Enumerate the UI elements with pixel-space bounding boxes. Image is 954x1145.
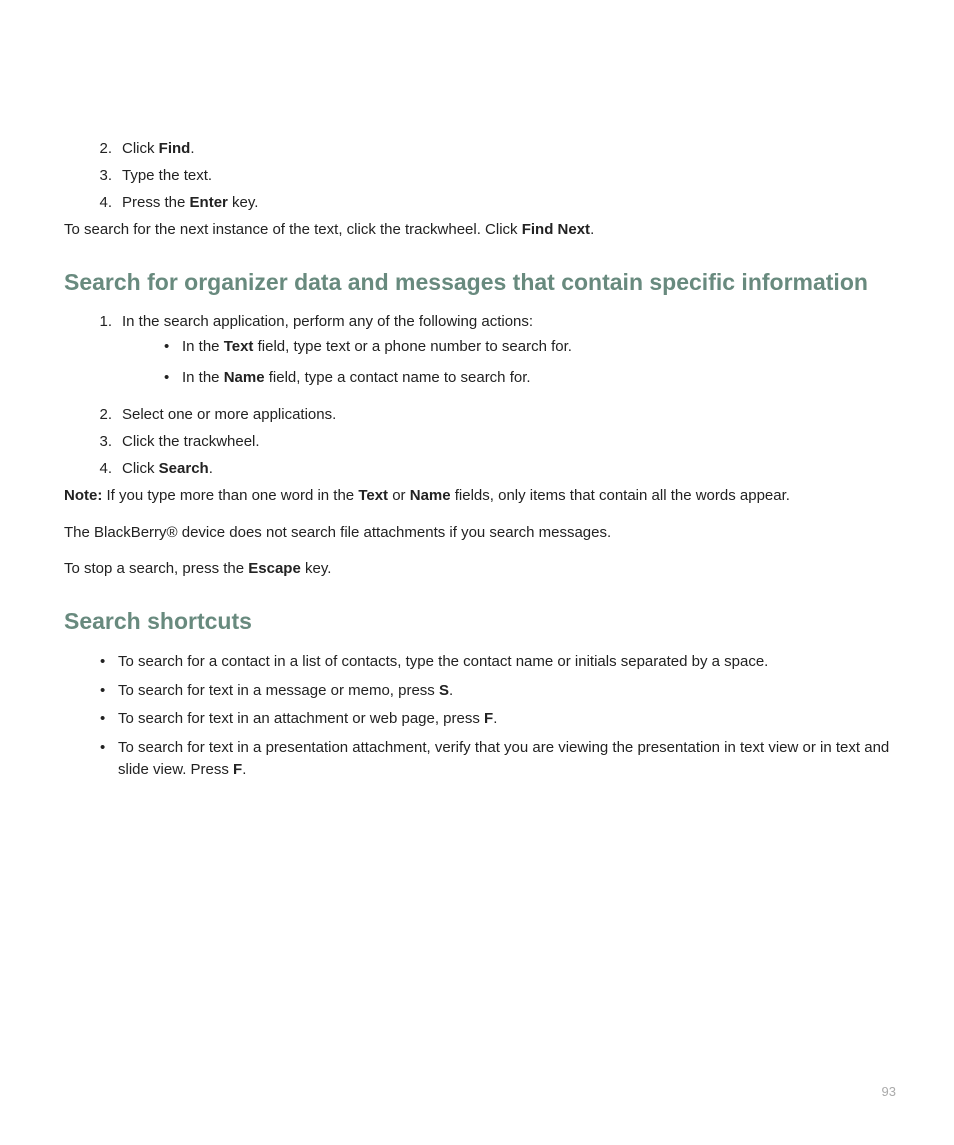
organizer-steps-list: 1. In the search application, perform an… — [90, 311, 894, 479]
step-text: Click Find. — [122, 138, 894, 159]
section-heading-shortcuts: Search shortcuts — [64, 607, 894, 637]
list-item: To search for text in an attachment or w… — [100, 708, 894, 730]
step-text: In the search application, perform any o… — [122, 311, 894, 398]
list-item: In the Text field, type text or a phone … — [164, 336, 894, 357]
sub-actions-list: In the Text field, type text or a phone … — [164, 336, 894, 388]
step-text: Click the trackwheel. — [122, 431, 894, 452]
step-text: Select one or more applications. — [122, 404, 894, 425]
list-item: 4. Click Search. — [90, 458, 894, 479]
step-number: 1. — [90, 311, 112, 398]
list-item: 2. Select one or more applications. — [90, 404, 894, 425]
shortcuts-list: To search for a contact in a list of con… — [100, 651, 894, 781]
list-item: To search for a contact in a list of con… — [100, 651, 894, 673]
device-note-paragraph: The BlackBerry® device does not search f… — [64, 522, 894, 545]
section-heading-organizer: Search for organizer data and messages t… — [64, 268, 894, 298]
list-item: In the Name field, type a contact name t… — [164, 367, 894, 388]
step-text: Type the text. — [122, 165, 894, 186]
list-item: 2. Click Find. — [90, 138, 894, 159]
page-number: 93 — [882, 1084, 896, 1099]
stop-search-paragraph: To stop a search, press the Escape key. — [64, 558, 894, 581]
note-paragraph: Note: If you type more than one word in … — [64, 485, 894, 508]
intro-steps-list: 2. Click Find. 3. Type the text. 4. Pres… — [90, 138, 894, 213]
step-number: 4. — [90, 458, 112, 479]
step-number: 3. — [90, 165, 112, 186]
intro-followup-paragraph: To search for the next instance of the t… — [64, 219, 894, 242]
step-text: Press the Enter key. — [122, 192, 894, 213]
step-number: 2. — [90, 138, 112, 159]
list-item: 3. Click the trackwheel. — [90, 431, 894, 452]
step-text: Click Search. — [122, 458, 894, 479]
list-item: To search for text in a message or memo,… — [100, 680, 894, 702]
list-item: 1. In the search application, perform an… — [90, 311, 894, 398]
list-item: 4. Press the Enter key. — [90, 192, 894, 213]
step-number: 2. — [90, 404, 112, 425]
list-item: To search for text in a presentation att… — [100, 737, 894, 781]
list-item: 3. Type the text. — [90, 165, 894, 186]
step-number: 4. — [90, 192, 112, 213]
document-page: 2. Click Find. 3. Type the text. 4. Pres… — [0, 0, 954, 781]
step-number: 3. — [90, 431, 112, 452]
